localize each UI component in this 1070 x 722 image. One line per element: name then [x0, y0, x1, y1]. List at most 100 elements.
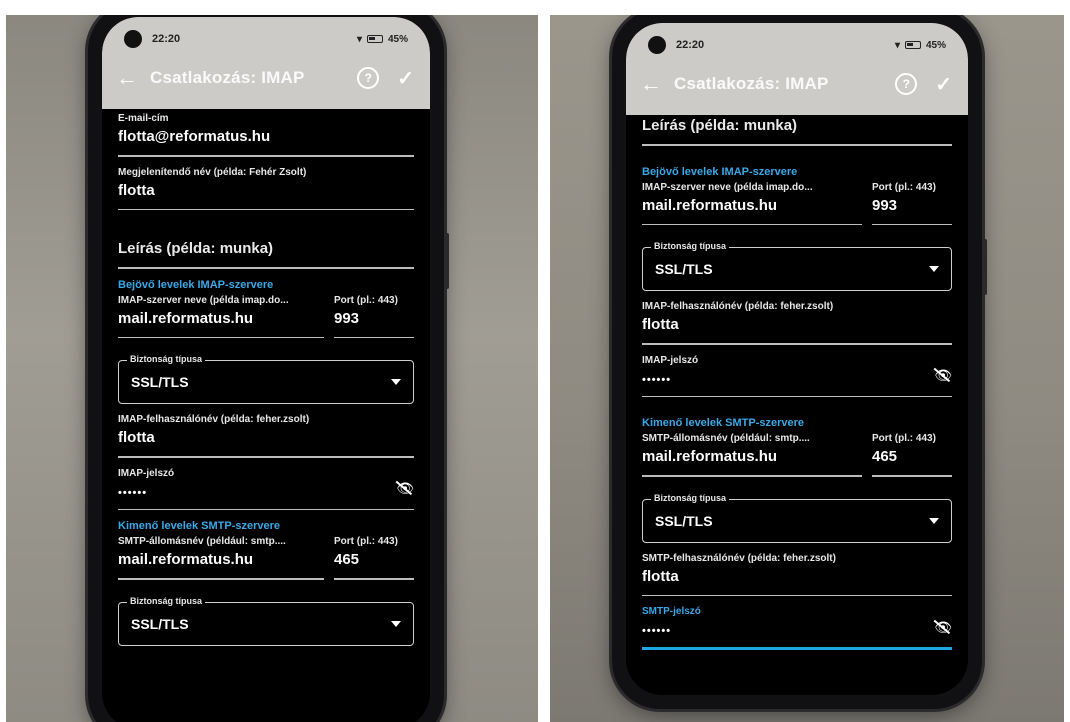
imap-port-value: 993 [872, 196, 898, 214]
account-form: E-mail-cím flotta@reformatus.hu Megjelen… [118, 113, 414, 656]
imap-password-field[interactable]: IMAP-jelszó •••••• 👁 [118, 467, 414, 510]
field-underline [118, 267, 414, 269]
imap-username-label: IMAP-felhasználónév (példa: feher.zsolt) [642, 301, 834, 312]
visibility-off-icon[interactable]: 👁 [934, 367, 952, 384]
imap-port-field[interactable]: Port (pl.: 443) 993 [872, 182, 952, 225]
back-arrow-icon[interactable]: ← [116, 65, 150, 91]
field-underline [642, 475, 862, 477]
app-bar: ← Csatlakozás: IMAP ? ✓ [116, 61, 414, 95]
password-row: •••••• 👁 [642, 617, 952, 638]
email-field[interactable]: E-mail-cím flotta@reformatus.hu [118, 113, 414, 157]
incoming-section-title: Bejövő levelek IMAP-szervere [118, 278, 274, 291]
imap-security-legend: Biztonság típusa [127, 354, 206, 364]
smtp-security-legend: Biztonság típusa [651, 492, 730, 503]
field-underline [118, 456, 414, 458]
smtp-security-select[interactable]: Biztonság típusa SSL/TLS [642, 492, 952, 543]
imap-security-select[interactable]: Biztonság típusa SSL/TLS [642, 241, 952, 291]
visibility-off-icon[interactable]: 👁 [934, 619, 952, 636]
smtp-server-value: mail.reformatus.hu [118, 551, 254, 568]
outgoing-server-row: SMTP-állomásnév (például: smtp.... mail.… [118, 536, 414, 590]
confirm-check-icon[interactable]: ✓ [935, 72, 952, 97]
imap-username-value: flotta [642, 316, 679, 333]
field-underline [642, 144, 952, 146]
smtp-username-value: flotta [642, 567, 679, 585]
dropdown-caret-icon [391, 379, 401, 385]
field-underline [118, 336, 324, 338]
smtp-server-field[interactable]: SMTP-állomásnév (például: smtp.... mail.… [118, 536, 324, 580]
dropdown-caret-icon [929, 517, 939, 524]
imap-server-label: IMAP-szerver neve (példa imap.do... [118, 294, 289, 306]
imap-password-label: IMAP-jelszó [642, 354, 699, 366]
field-underline [118, 578, 324, 580]
imap-security-legend: Biztonság típusa [651, 241, 730, 251]
imap-security-select[interactable]: Biztonság típusa SSL/TLS [118, 354, 414, 404]
battery-level: 45% [387, 33, 408, 45]
field-underline [118, 208, 414, 210]
dropdown-caret-icon [391, 620, 401, 627]
smtp-security-select[interactable]: Biztonság típusa SSL/TLS [118, 595, 414, 646]
imap-port-value: 993 [334, 309, 360, 327]
smtp-security-legend: Biztonság típusa [127, 595, 206, 606]
smtp-password-dots: •••••• [642, 625, 672, 637]
phone-screen: 22:20 ▾ 45% ← Csatlakozás: IMAP ? ✓ Leír [626, 23, 968, 695]
help-icon[interactable]: ? [357, 67, 380, 89]
help-icon[interactable]: ? [895, 73, 918, 95]
imap-password-dots: •••••• [118, 486, 148, 499]
dropdown-caret-icon [929, 266, 939, 272]
display-name-value: flotta [118, 181, 155, 199]
imap-port-field[interactable]: Port (pl.: 443) 993 [334, 295, 414, 338]
smtp-port-field[interactable]: Port (pl.: 443) 465 [872, 433, 952, 477]
imap-server-field[interactable]: IMAP-szerver neve (példa imap.do... mail… [118, 294, 324, 338]
imap-server-field[interactable]: IMAP-szerver neve (példa imap.do... mail… [642, 182, 862, 225]
field-underline [642, 395, 952, 397]
smtp-security-value: SSL/TLS [131, 615, 189, 632]
email-value: flotta@reformatus.hu [118, 128, 271, 145]
photo-right: 22:20 ▾ 45% ← Csatlakozás: IMAP ? ✓ Leír [550, 15, 1064, 722]
battery-icon [366, 35, 383, 43]
phone-right: 22:20 ▾ 45% ← Csatlakozás: IMAP ? ✓ Leír [612, 15, 987, 709]
smtp-server-label: SMTP-állomásnév (például: smtp.... [642, 433, 810, 444]
status-bar: 22:20 ▾ 45% [124, 29, 408, 49]
imap-password-dots: •••••• [642, 373, 672, 386]
password-row: •••••• 👁 [642, 366, 952, 386]
imap-security-value: SSL/TLS [131, 374, 189, 390]
status-time: 22:20 [152, 33, 181, 45]
smtp-password-field[interactable]: SMTP-jelszó •••••• 👁 [642, 606, 952, 650]
imap-password-label: IMAP-jelszó [118, 467, 175, 479]
smtp-username-field[interactable]: SMTP-felhasználónév (példa: feher.zsolt)… [642, 553, 952, 596]
status-bar: 22:20 ▾ 45% [648, 35, 946, 55]
field-underline [872, 475, 952, 477]
confirm-check-icon[interactable]: ✓ [397, 66, 414, 91]
field-underline [334, 578, 414, 580]
battery-level: 45% [925, 39, 946, 51]
smtp-server-field[interactable]: SMTP-állomásnév (például: smtp.... mail.… [642, 433, 862, 477]
camera-cutout [124, 30, 142, 48]
imap-username-field[interactable]: IMAP-felhasználónév (példa: feher.zsolt)… [118, 414, 414, 458]
outgoing-section-title: Kimenő levelek SMTP-szervere [118, 520, 281, 532]
email-label: E-mail-cím [118, 113, 169, 124]
description-placeholder: Leírás (példa: munka) [118, 240, 274, 257]
status-time: 22:20 [676, 39, 705, 51]
description-placeholder: Leírás (példa: munka) [642, 117, 798, 134]
smtp-security-value: SSL/TLS [655, 512, 713, 529]
wifi-icon: ▾ [356, 33, 362, 45]
smtp-port-field[interactable]: Port (pl.: 443) 465 [334, 536, 414, 580]
smtp-port-label: Port (pl.: 443) [872, 433, 936, 444]
back-arrow-icon[interactable]: ← [640, 71, 674, 97]
imap-server-value: mail.reformatus.hu [118, 309, 254, 327]
page-title: Csatlakozás: IMAP [150, 68, 305, 87]
password-row: •••••• 👁 [118, 479, 414, 499]
incoming-server-row: IMAP-szerver neve (példa imap.do... mail… [642, 182, 952, 236]
field-underline [642, 223, 862, 225]
page-title: Csatlakozás: IMAP [674, 74, 829, 93]
smtp-port-value: 465 [872, 448, 898, 465]
imap-password-field[interactable]: IMAP-jelszó •••••• 👁 [642, 354, 952, 397]
smtp-port-label: Port (pl.: 443) [334, 536, 398, 547]
visibility-off-icon[interactable]: 👁 [396, 480, 414, 497]
display-name-field[interactable]: Megjelenítendő név (példa: Fehér Zsolt) … [118, 167, 414, 210]
smtp-server-value: mail.reformatus.hu [642, 448, 778, 465]
imap-username-field[interactable]: IMAP-felhasználónév (példa: feher.zsolt)… [642, 301, 952, 345]
description-field[interactable]: Leírás (példa: munka) [642, 111, 952, 146]
description-field[interactable]: Leírás (példa: munka) [118, 220, 414, 269]
field-underline [872, 223, 952, 225]
